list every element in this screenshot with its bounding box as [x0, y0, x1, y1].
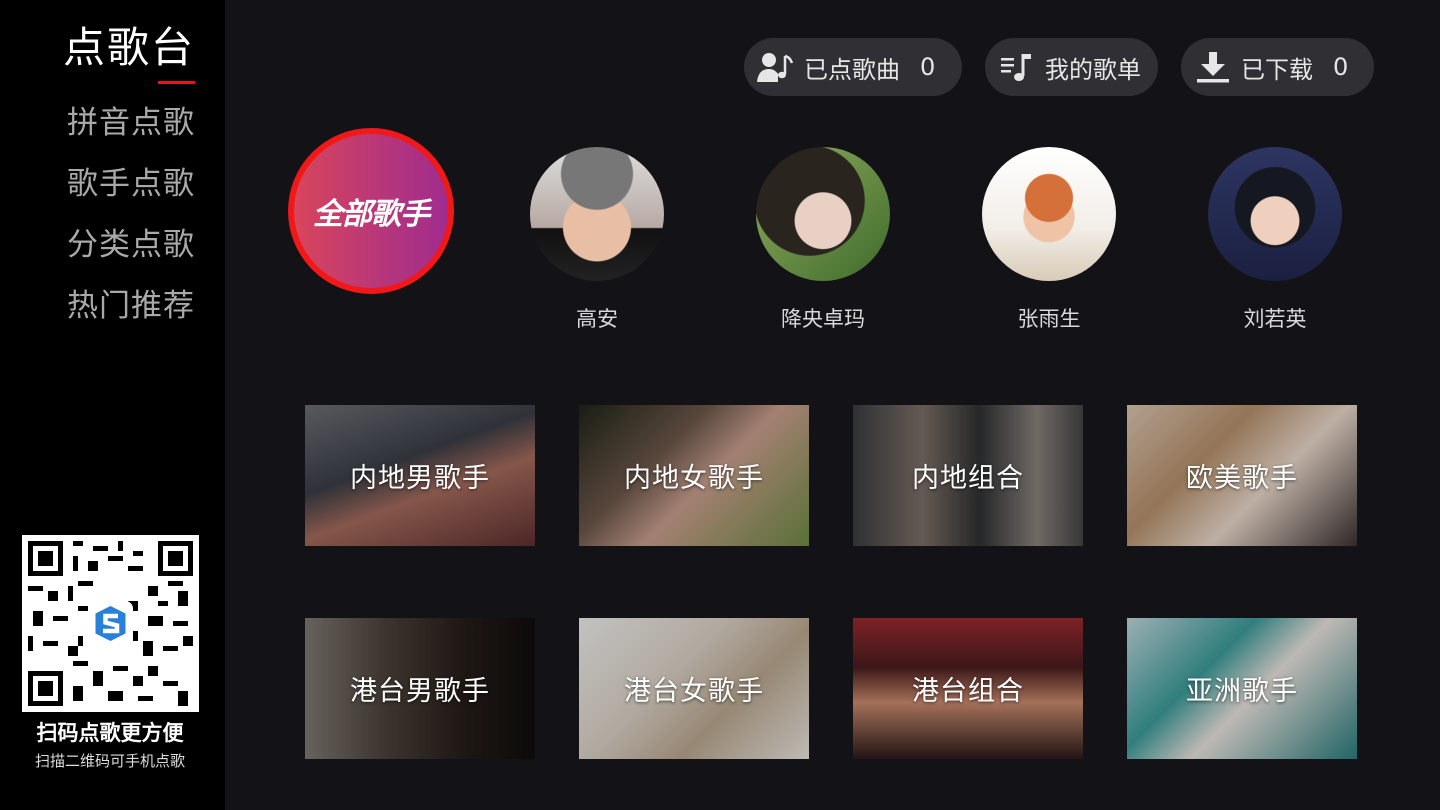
singer-name: 刘若英	[1243, 307, 1307, 331]
singer-card[interactable]: 降央卓玛	[756, 147, 890, 331]
ordered-songs-label: 已点歌曲	[804, 55, 900, 84]
category-tile-hktw-female[interactable]: 港台女歌手	[579, 618, 809, 759]
category-tile-western[interactable]: 欧美歌手	[1127, 405, 1357, 546]
category-tile-mainland-group[interactable]: 内地组合	[853, 405, 1083, 546]
category-tile-hktw-group[interactable]: 港台组合	[853, 618, 1083, 759]
singer-card[interactable]: 张雨生	[982, 147, 1116, 331]
qr-subtitle: 扫描二维码可手机点歌	[34, 752, 185, 770]
sidebar: 点歌台 拼音点歌 歌手点歌 分类点歌 热门推荐 扫码点歌更方便 扫描二维码可手机…	[0, 0, 225, 810]
download-icon	[1193, 47, 1233, 87]
singer-card[interactable]: 刘若英	[1208, 147, 1342, 331]
ordered-songs-button[interactable]: 已点歌曲 0	[744, 38, 962, 96]
category-label: 港台女歌手	[624, 676, 764, 707]
singer-avatar	[756, 147, 890, 281]
downloaded-count: 0	[1333, 53, 1349, 81]
all-singers-label: 全部歌手	[313, 197, 430, 232]
category-label: 内地男歌手	[350, 463, 490, 494]
sidebar-item-pinyin[interactable]: 拼音点歌	[0, 97, 195, 142]
category-label: 亚洲歌手	[1186, 676, 1298, 707]
category-tile-hktw-male[interactable]: 港台男歌手	[305, 618, 535, 759]
sidebar-item-hot[interactable]: 热门推荐	[0, 280, 195, 325]
downloaded-button[interactable]: 已下载 0	[1181, 38, 1374, 96]
qr-title: 扫码点歌更方便	[36, 721, 184, 745]
category-label: 内地组合	[912, 463, 1024, 494]
sidebar-item-category[interactable]: 分类点歌	[0, 219, 195, 264]
my-playlist-button[interactable]: 我的歌单	[985, 38, 1158, 96]
singer-name: 张雨生	[1017, 307, 1081, 331]
singer-name: 高安	[576, 307, 618, 331]
downloaded-label: 已下载	[1241, 55, 1313, 84]
category-tile-mainland-female[interactable]: 内地女歌手	[579, 405, 809, 546]
singer-avatar	[530, 147, 664, 281]
singer-avatar	[1208, 147, 1342, 281]
qr-code-image	[28, 541, 193, 706]
category-label: 港台组合	[912, 676, 1024, 707]
singer-card[interactable]: 高安	[530, 147, 664, 331]
all-singers-button[interactable]: 全部歌手	[288, 128, 454, 294]
playlist-icon	[997, 47, 1037, 87]
category-label: 欧美歌手	[1186, 463, 1298, 494]
ordered-songs-count: 0	[920, 53, 936, 81]
qr-code	[22, 535, 199, 712]
category-label: 内地女歌手	[624, 463, 764, 494]
my-playlist-label: 我的歌单	[1045, 55, 1141, 84]
category-label: 港台男歌手	[350, 676, 490, 707]
category-tile-asian[interactable]: 亚洲歌手	[1127, 618, 1357, 759]
singer-note-icon	[756, 47, 796, 87]
singer-name: 降央卓玛	[781, 307, 865, 331]
sidebar-title: 点歌台	[62, 23, 195, 72]
category-tile-mainland-male[interactable]: 内地男歌手	[305, 405, 535, 546]
sidebar-item-singer[interactable]: 歌手点歌	[0, 158, 195, 203]
sidebar-title-underline	[158, 81, 195, 84]
singer-avatar	[982, 147, 1116, 281]
